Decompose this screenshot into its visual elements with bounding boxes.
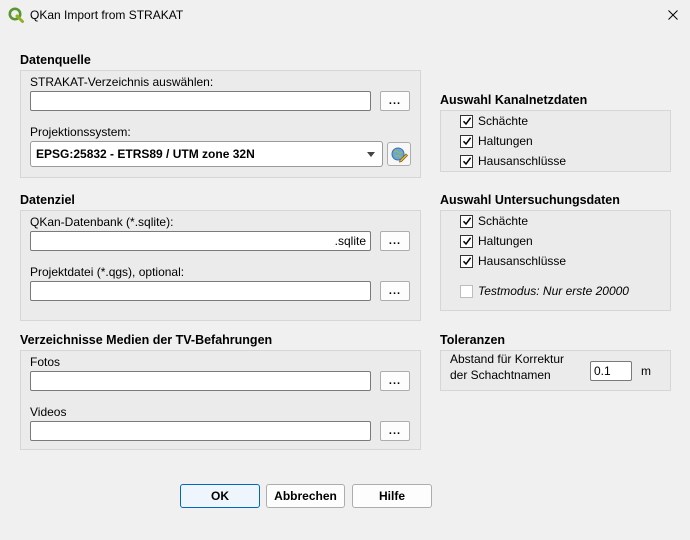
qgis-icon [8, 7, 24, 23]
qkan-db-input[interactable]: .sqlite [30, 231, 371, 251]
close-icon [668, 10, 678, 20]
checkbox-label: Haltungen [478, 134, 533, 148]
checkbox-label: Haltungen [478, 234, 533, 248]
kanalnetz-haltungen-checkbox[interactable]: Haltungen [460, 134, 533, 148]
checkbox-checked-icon [460, 134, 473, 148]
qkan-db-browse-button[interactable]: ... [380, 231, 410, 251]
toleranzen-group: Abstand für Korrektur der Schachtnamen 0… [440, 350, 671, 391]
checkbox-checked-icon [460, 154, 473, 168]
datenziel-title: Datenziel [20, 193, 75, 207]
tolerance-unit: m [641, 364, 651, 378]
close-button[interactable] [656, 0, 690, 30]
checkbox-checked-icon [460, 254, 473, 268]
projection-selector-button[interactable] [387, 142, 411, 166]
project-file-input[interactable] [30, 281, 371, 301]
tolerance-label-line2: der Schachtnamen [450, 368, 551, 382]
medien-group: Fotos ... Videos ... [20, 350, 421, 450]
globe-pencil-icon [391, 147, 408, 163]
untersuchung-title: Auswahl Untersuchungsdaten [440, 193, 620, 207]
checkbox-label: Hausanschlüsse [478, 154, 567, 168]
checkbox-checked-icon [460, 234, 473, 248]
untersuchung-schaechte-checkbox[interactable]: Schächte [460, 214, 528, 228]
videos-browse-button[interactable]: ... [380, 421, 410, 441]
checkbox-label: Hausanschlüsse [478, 254, 567, 268]
fotos-browse-button[interactable]: ... [380, 371, 410, 391]
checkbox-label: Schächte [478, 114, 529, 128]
medien-title: Verzeichnisse Medien der TV-Befahrungen [20, 333, 273, 347]
testmodus-checkbox[interactable]: Testmodus: Nur erste 20000 [460, 284, 629, 298]
window-title: QKan Import from STRAKAT [30, 8, 184, 22]
toleranzen-title: Toleranzen [440, 333, 506, 347]
fotos-label: Fotos [30, 355, 61, 369]
projection-value: EPSG:25832 - ETRS89 / UTM zone 32N [36, 147, 255, 161]
tolerance-label-line1: Abstand für Korrektur [450, 352, 565, 366]
checkbox-checked-icon [460, 214, 473, 228]
checkbox-label: Schächte [478, 214, 529, 228]
checkbox-unchecked-icon [460, 284, 473, 298]
chevron-down-icon [367, 152, 375, 157]
strakat-dir-label: STRAKAT-Verzeichnis auswählen: [30, 75, 214, 89]
strakat-dir-browse-button[interactable]: ... [380, 91, 410, 111]
untersuchung-haltungen-checkbox[interactable]: Haltungen [460, 234, 533, 248]
kanalnetz-title: Auswahl Kanalnetzdaten [440, 93, 588, 107]
videos-label: Videos [30, 405, 67, 419]
checkbox-checked-icon [460, 114, 473, 128]
untersuchung-hausanschluesse-checkbox[interactable]: Hausanschlüsse [460, 254, 566, 268]
project-file-browse-button[interactable]: ... [380, 281, 410, 301]
strakat-dir-input[interactable] [30, 91, 371, 111]
fotos-input[interactable] [30, 371, 371, 391]
datenquelle-group: STRAKAT-Verzeichnis auswählen: ... Proje… [20, 70, 421, 178]
projection-select[interactable]: EPSG:25832 - ETRS89 / UTM zone 32N [30, 141, 383, 167]
kanalnetz-group: Schächte Haltungen Hausanschlüsse [440, 110, 671, 172]
tolerance-input[interactable]: 0.1 [590, 361, 632, 381]
project-file-label: Projektdatei (*.qgs), optional: [30, 265, 185, 279]
qkan-db-label: QKan-Datenbank (*.sqlite): [30, 215, 174, 229]
untersuchung-group: Schächte Haltungen Hausanschlüsse Testmo… [440, 210, 671, 311]
cancel-button[interactable]: Abbrechen [266, 484, 345, 508]
ok-button[interactable]: OK [180, 484, 260, 508]
checkbox-label: Testmodus: Nur erste 20000 [478, 284, 629, 298]
title-bar: QKan Import from STRAKAT [0, 0, 690, 30]
projection-label: Projektionssystem: [30, 125, 131, 139]
help-button[interactable]: Hilfe [352, 484, 432, 508]
kanalnetz-hausanschluesse-checkbox[interactable]: Hausanschlüsse [460, 154, 566, 168]
datenziel-group: QKan-Datenbank (*.sqlite): .sqlite ... P… [20, 210, 421, 321]
kanalnetz-schaechte-checkbox[interactable]: Schächte [460, 114, 528, 128]
videos-input[interactable] [30, 421, 371, 441]
datenquelle-title: Datenquelle [20, 53, 91, 67]
